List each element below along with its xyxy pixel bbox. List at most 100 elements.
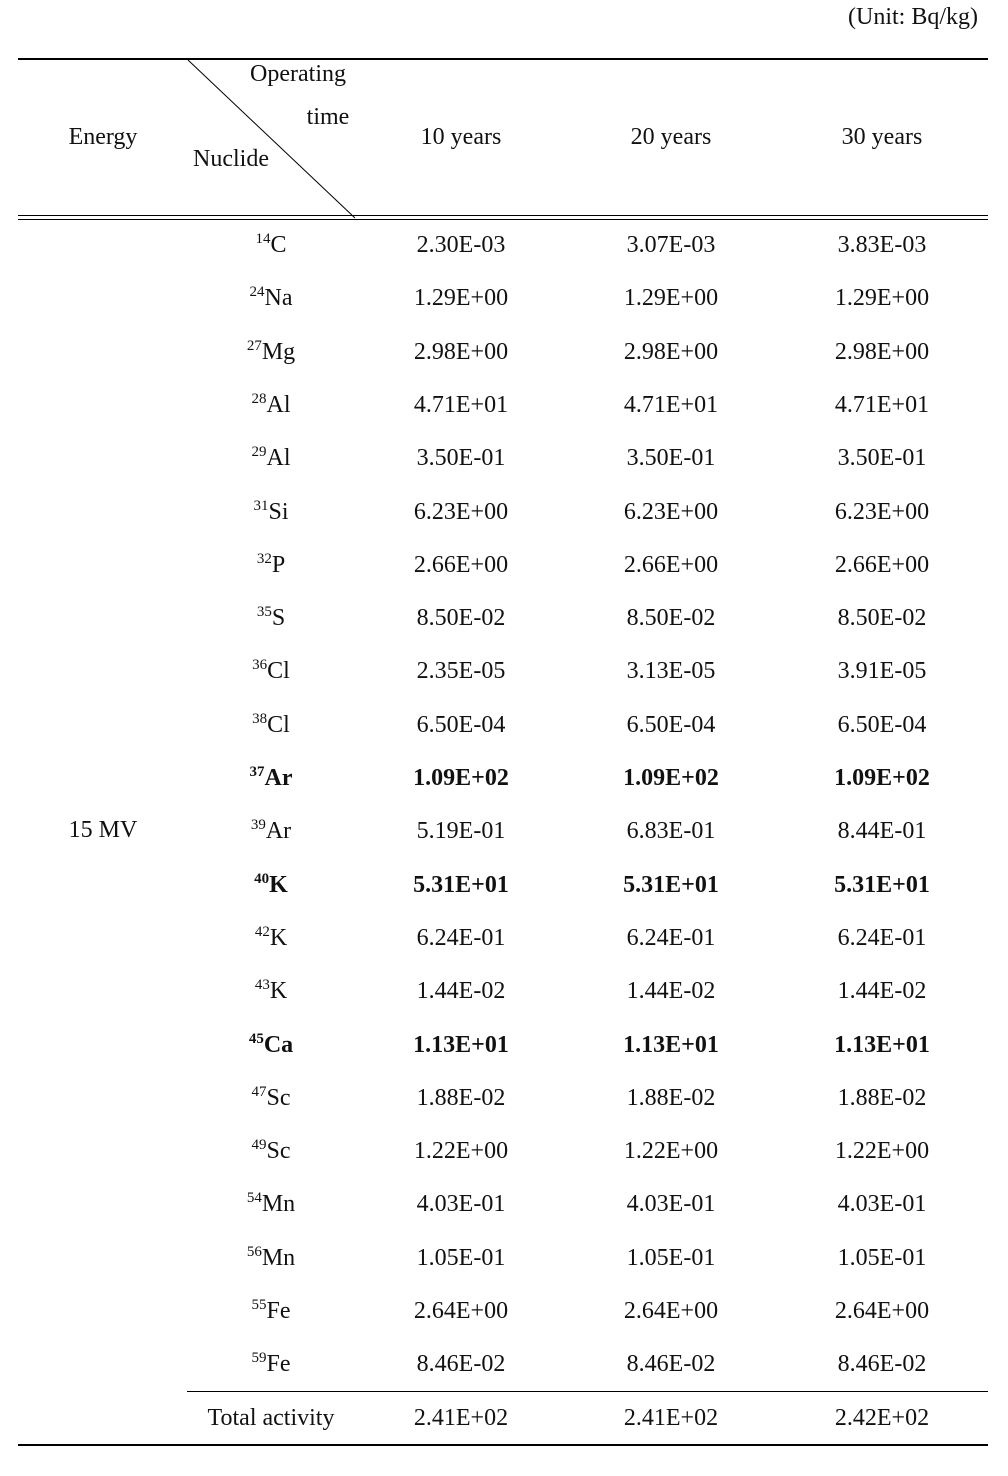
activity-value: 4.71E+01 [623,391,719,418]
activity-value: 8.46E-02 [837,1351,927,1378]
mass-number: 59 [251,1350,267,1367]
activity-value: 2.64E+00 [834,1298,930,1324]
header-col-20-years: 20 years [630,124,712,150]
activity-value: 2.98E+00 [834,338,930,365]
mass-number: 29 [251,444,267,461]
table-row: 42K 6.24E-01 6.24E-01 6.24E-01 [0,923,1008,953]
table-row: 38Cl 6.50E-04 6.50E-04 6.50E-04 [0,710,1008,740]
mass-number: 35 [256,604,272,621]
activity-value: 1.13E+01 [834,1031,930,1058]
table-row: 55Fe 2.64E+00 2.64E+00 2.64E+00 [0,1296,1008,1326]
activity-value: 3.91E-05 [837,658,927,685]
activity-value: 1.88E-02 [837,1084,927,1111]
activity-value: 1.09E+02 [413,765,509,791]
table-row: 56Mn 1.05E-01 1.05E-01 1.05E-01 [0,1243,1008,1273]
nuclide-cell: 32P [257,550,285,580]
mass-number: 55 [251,1297,267,1313]
activity-value: 5.31E+01 [623,871,719,898]
nuclide-cell: 31Si [253,497,288,527]
nuclide-cell: 14C [255,230,286,260]
element-symbol: S [271,605,286,632]
nuclide-cell: 29Al [252,443,291,473]
header-diagonal-divider [187,59,356,219]
activity-value: 6.50E-04 [416,711,506,738]
nuclide-cell: 37Ar [250,763,293,793]
table-row: 14C 2.30E-03 3.07E-03 3.83E-03 [0,230,1008,260]
activity-value: 3.13E-05 [626,658,716,685]
activity-value: 1.05E-01 [416,1244,506,1271]
element-symbol: Fe [266,1298,291,1324]
table-row: 28Al 4.71E+01 4.71E+01 4.71E+01 [0,390,1008,420]
total-20-years: 2.41E+02 [623,1405,719,1431]
activity-value: 2.98E+00 [413,338,509,365]
element-symbol: Sc [266,1138,291,1165]
table-row: 54Mn 4.03E-01 4.03E-01 4.03E-01 [0,1189,1008,1219]
activity-value: 1.13E+01 [413,1031,509,1058]
mass-number: 47 [251,1083,267,1100]
activity-value: 8.46E-02 [626,1351,716,1378]
activity-value: 6.24E-01 [626,924,716,951]
activity-value: 3.07E-03 [626,232,716,258]
mass-number: 49 [251,1137,267,1154]
activity-value: 1.22E+00 [834,1138,930,1165]
activity-value: 6.50E-04 [626,711,716,738]
activity-value: 3.50E-01 [416,445,506,472]
header-col-10-years: 10 years [420,124,502,150]
element-symbol: C [270,232,287,258]
activity-value: 4.03E-01 [626,1191,716,1218]
table-row: 35S 8.50E-02 8.50E-02 8.50E-02 [0,603,1008,633]
table-row: 29Al 3.50E-01 3.50E-01 3.50E-01 [0,443,1008,473]
mass-number: 43 [254,977,270,994]
total-row: Total activity 2.41E+02 2.41E+02 2.42E+0… [0,1403,1008,1433]
activity-value: 1.88E-02 [626,1084,716,1111]
activity-value: 6.23E+00 [623,498,719,525]
mass-number: 42 [254,923,270,940]
nuclide-cell: 55Fe [252,1296,291,1326]
activity-value: 2.64E+00 [623,1298,719,1324]
activity-value: 5.31E+01 [413,871,509,898]
mass-number: 54 [246,1190,262,1207]
element-symbol: Mg [261,338,296,365]
mass-number: 56 [246,1243,262,1260]
activity-value: 4.03E-01 [837,1191,927,1218]
table-row: 32P 2.66E+00 2.66E+00 2.66E+00 [0,550,1008,580]
activity-value: 1.29E+00 [623,285,719,312]
activity-value: 2.66E+00 [413,551,509,578]
element-symbol: Mn [261,1244,296,1271]
activity-value: 2.30E-03 [416,232,506,258]
nuclide-cell: 59Fe [252,1349,291,1379]
activity-value: 4.03E-01 [416,1191,506,1218]
activity-value: 6.24E-01 [837,924,927,951]
element-symbol: Si [268,498,289,525]
element-symbol: Mn [261,1191,296,1218]
mass-number: 39 [250,817,266,834]
mass-number: 37 [249,764,265,780]
table-row: 49Sc 1.22E+00 1.22E+00 1.22E+00 [0,1136,1008,1166]
element-symbol: Al [266,445,291,472]
activity-value: 8.50E-02 [626,605,716,632]
table-bottom-rule [18,1444,988,1446]
activity-value: 2.35E-05 [416,658,506,685]
element-symbol: K [269,924,288,951]
element-symbol: Cl [267,711,290,738]
header-time: time [306,104,350,130]
element-symbol: K [269,871,288,898]
activity-value: 4.71E+01 [834,391,930,418]
element-symbol: P [271,551,286,578]
activity-value: 1.29E+00 [834,285,930,312]
element-symbol: Na [264,285,293,312]
activity-value: 8.50E-02 [416,605,506,632]
activity-value: 6.83E-01 [626,818,716,845]
activity-value: 8.50E-02 [837,605,927,632]
activity-value: 1.44E-02 [416,978,506,1005]
mass-number: 40 [254,870,270,887]
total-label: Total activity [207,1405,335,1431]
nuclide-cell: 45Ca [249,1030,293,1060]
activity-value: 6.23E+00 [413,498,509,525]
table-row: 59Fe 8.46E-02 8.46E-02 8.46E-02 [0,1349,1008,1379]
activity-value: 5.19E-01 [416,818,506,845]
element-symbol: Ar [264,765,293,791]
table-row: 45Ca 1.13E+01 1.13E+01 1.13E+01 [0,1030,1008,1060]
nuclide-cell: 42K [255,923,287,953]
mass-number: 38 [252,710,268,727]
